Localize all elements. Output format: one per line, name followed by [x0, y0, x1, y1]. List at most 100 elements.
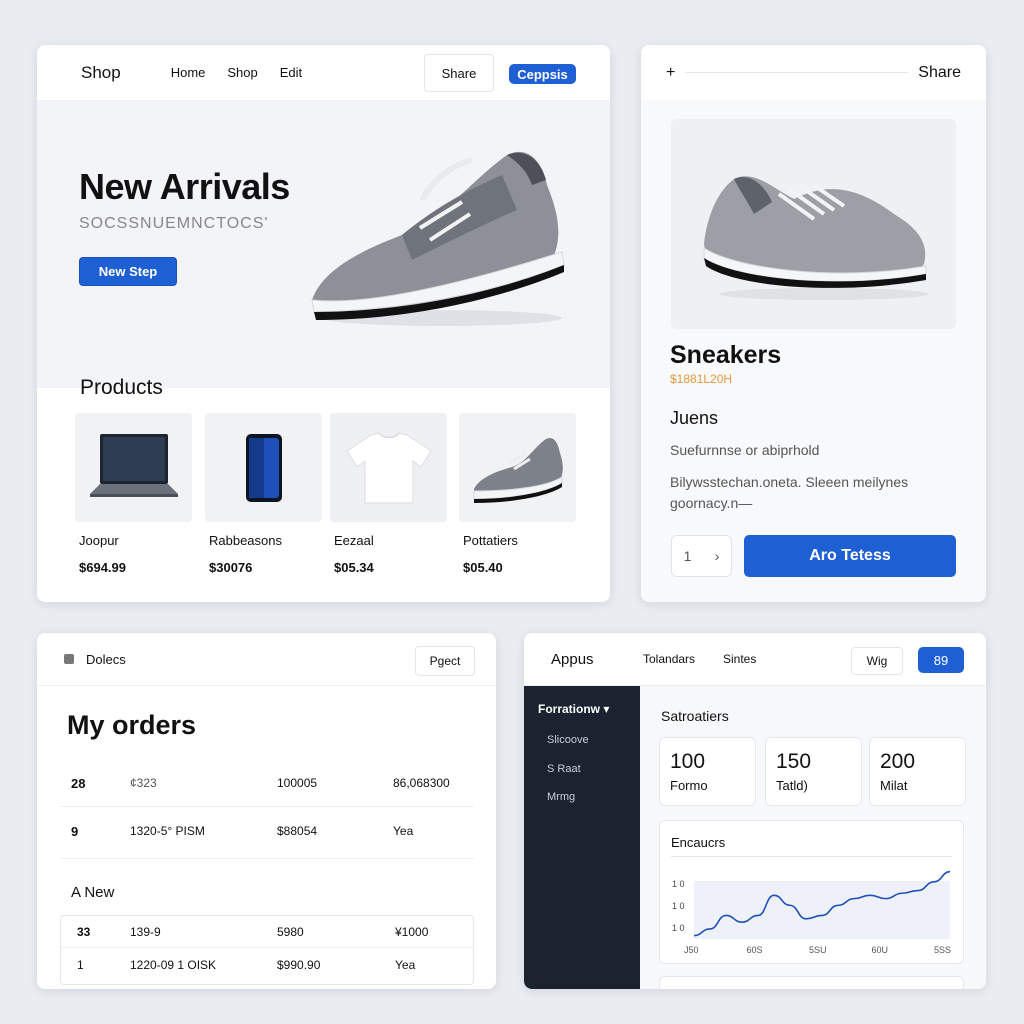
line-chart: 1 0 1 0 1 0 J50 60S 5SU 60U 5SS — [672, 870, 951, 955]
add-to-cart-button[interactable]: Aro Tetess — [744, 535, 956, 577]
x-tick-label: 60U — [872, 945, 889, 955]
order-cell: 139-9 — [130, 925, 161, 939]
sidebar-item[interactable]: Slicoove — [547, 734, 589, 746]
hero-subtitle: SOCSSNUEMNCTOCS' — [79, 215, 269, 232]
product-thumb — [75, 413, 192, 522]
share-button[interactable]: Share — [424, 54, 494, 92]
app-title[interactable]: Appus — [551, 651, 594, 668]
add-icon[interactable]: + — [666, 64, 675, 82]
product-name: Eezaal — [334, 533, 374, 548]
hero-banner: New Arrivals SOCSSNUEMNCTOCS' New Step — [37, 100, 610, 388]
detail-toolbar: + Share — [641, 45, 986, 100]
x-tick-label: 5SS — [934, 945, 951, 955]
header-primary-button[interactable]: 89 — [918, 647, 964, 673]
orders-action-button[interactable]: Pgect — [415, 646, 475, 676]
order-cell: 1 — [77, 958, 84, 972]
header-ghost-button[interactable]: Wig — [851, 647, 903, 675]
nav-shop[interactable]: Shop — [227, 65, 257, 80]
stat-card: 150 Tatld) — [765, 737, 862, 806]
stat-label: Formo — [670, 778, 708, 793]
product-card[interactable]: Rabbeasons $30076 — [205, 413, 322, 575]
stat-value: 200 — [880, 750, 916, 773]
order-cell: $990.90 — [277, 958, 321, 972]
sneaker-image — [703, 176, 929, 300]
order-cell: $88054 — [277, 824, 318, 838]
sidebar: Forrationw ▾ Slicoove S Raat Mrmg — [524, 686, 640, 989]
y-tick-label: 1 0 — [672, 923, 685, 933]
product-detail-card: + Share Sneakers $1881L20H Juens Suefurn… — [641, 45, 986, 602]
order-cell: 9 — [71, 824, 79, 839]
toolbar-divider — [685, 72, 909, 73]
chevron-right-icon[interactable]: › — [715, 548, 720, 564]
page-title: My orders — [67, 710, 197, 740]
order-cell: ¢323 — [130, 776, 157, 790]
orders-header-label: Dolecs — [86, 651, 126, 667]
hero-title: New Arrivals — [79, 166, 290, 207]
product-thumb — [205, 413, 322, 522]
nav-tolandars[interactable]: Tolandars — [643, 652, 695, 666]
product-thumb — [459, 413, 576, 522]
product-name: Joopur — [79, 533, 119, 548]
order-cell: 1220-09 1 OISK — [130, 958, 217, 972]
product-card[interactable]: Eezaal $05.34 — [330, 413, 447, 575]
order-cell: ¥1000 — [395, 925, 429, 939]
section-title: Satroatiers — [661, 708, 729, 724]
quantity-stepper[interactable]: 1 › — [671, 535, 732, 577]
product-subtitle: Juens — [670, 408, 719, 428]
sidebar-title[interactable]: Forrationw ▾ — [538, 702, 609, 716]
plot-area — [694, 881, 950, 939]
order-cell: 100005 — [277, 776, 318, 790]
section-heading: A New — [71, 884, 115, 901]
primary-header-button[interactable]: Ceppsis — [509, 64, 576, 84]
product-price: $694.99 — [79, 560, 126, 575]
orders-card: Dolecs Pgect My orders 28 ¢323 100005 86… — [37, 633, 496, 989]
product-price: $1881L20H — [670, 372, 733, 386]
row-divider — [60, 806, 474, 807]
order-cell: Yea — [395, 958, 416, 972]
order-cell: 5980 — [277, 925, 304, 939]
shop-header: Shop Home Shop Edit Share Ceppsis — [37, 45, 610, 100]
stat-label: Milat — [880, 778, 908, 793]
sidebar-item[interactable]: Mrmg — [547, 791, 575, 803]
product-card[interactable]: Joopur $694.99 — [75, 413, 192, 575]
product-price: $05.34 — [334, 560, 374, 575]
brand-logo[interactable]: Shop — [81, 63, 121, 83]
product-image — [671, 119, 956, 329]
stat-value: 150 — [776, 750, 812, 773]
nav-sintes[interactable]: Sintes — [723, 652, 756, 666]
product-name: Pottatiers — [463, 533, 518, 548]
order-cell: 33 — [77, 925, 91, 939]
stat-value: 100 — [670, 750, 706, 773]
nav-edit[interactable]: Edit — [280, 65, 302, 80]
card-stub — [659, 976, 964, 989]
products-heading: Products — [80, 376, 163, 399]
nav-home[interactable]: Home — [171, 65, 206, 80]
quantity-value: 1 — [683, 548, 692, 564]
product-description-line: Suefurnnse or abiprhold — [670, 442, 820, 458]
product-name: Rabbeasons — [209, 533, 282, 548]
sidebar-item[interactable]: S Raat — [547, 763, 581, 775]
product-description: Bilywsstechan.oneta. Sleeen meilynes goo… — [670, 474, 909, 511]
order-cell: 1320-5° PISM — [130, 824, 205, 838]
hero-sneaker-image — [311, 151, 565, 326]
chart-card: Encaucrs 1 01 01 0 J50 60S 5SU 60U 5SS — [659, 820, 964, 964]
order-cell: 86,068300 — [393, 776, 450, 790]
hero-cta-button[interactable]: New Step — [79, 257, 177, 286]
y-tick-label: 1 0 — [672, 901, 685, 911]
x-tick-label: J50 — [684, 945, 699, 955]
dashboard-card: Appus Tolandars Sintes Wig 89 Forrationw… — [524, 633, 986, 989]
product-card[interactable]: Pottatiers $05.40 — [459, 413, 576, 575]
product-thumb — [330, 413, 447, 522]
sneaker-icon — [473, 437, 563, 503]
tshirt-icon — [345, 431, 432, 503]
product-price: $05.40 — [463, 560, 503, 575]
stat-card: 200 Milat — [869, 737, 966, 806]
x-tick-label: 5SU — [809, 945, 827, 955]
y-tick-label: 1 0 — [672, 879, 685, 889]
dashboard-main: Satroatiers 100 Formo 150 Tatld) 200 Mil… — [640, 686, 986, 989]
row-divider — [61, 947, 473, 948]
laptop-icon — [89, 433, 178, 497]
share-link[interactable]: Share — [918, 64, 961, 82]
stat-card: 100 Formo — [659, 737, 756, 806]
order-cell: Yea — [393, 824, 414, 838]
